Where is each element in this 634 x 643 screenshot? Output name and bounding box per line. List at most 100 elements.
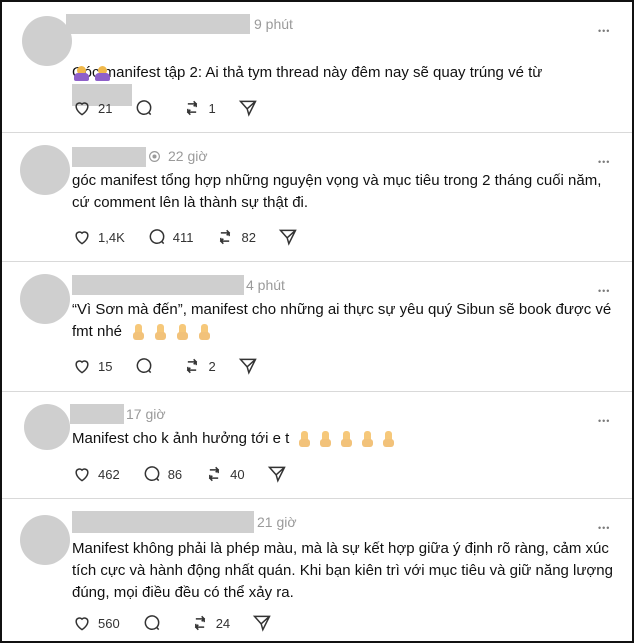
comment-bubble-icon — [149, 229, 165, 245]
crossed-fingers-icon — [340, 431, 353, 448]
comment-button[interactable]: 411 — [147, 227, 194, 247]
username-redacted[interactable] — [72, 275, 244, 295]
send-icon — [253, 615, 271, 632]
crossed-fingers-icon — [132, 324, 145, 341]
send-icon — [267, 466, 286, 483]
like-count: 1,4K — [98, 229, 125, 245]
avatar[interactable] — [24, 404, 70, 450]
repost-button[interactable]: 24 — [190, 613, 230, 633]
repost-icon — [208, 466, 220, 482]
post-text: góc manifest tổng hợp những nguyện vọng … — [72, 172, 602, 211]
like-count: 15 — [98, 358, 113, 374]
badge-icon — [149, 151, 160, 162]
repost-icon — [220, 229, 231, 245]
comment-bubble-icon — [144, 466, 160, 482]
share-button[interactable] — [252, 613, 278, 633]
send-icon — [238, 358, 257, 375]
more-dots-icon[interactable] — [598, 24, 614, 40]
emoji-row — [74, 66, 110, 81]
crossed-fingers-icon — [382, 431, 395, 448]
folded-hands-icon — [74, 66, 89, 81]
repost-icon — [187, 100, 198, 116]
repost-count: 2 — [208, 358, 216, 374]
share-button[interactable] — [238, 356, 264, 376]
avatar[interactable] — [20, 145, 70, 195]
post-actions: 462 86 40 — [72, 463, 315, 485]
like-count: 462 — [98, 466, 120, 482]
crossed-fingers-icon — [361, 431, 374, 448]
post-time: 9 phút — [254, 16, 293, 32]
more-dots-icon[interactable] — [598, 414, 614, 430]
thread-post: 4 phút “Vì Sơn mà đến”, manifest cho nhữ… — [2, 262, 632, 392]
heart-icon — [75, 468, 89, 482]
repost-button[interactable]: 82 — [215, 227, 256, 247]
emoji-row — [298, 431, 395, 448]
comment-count: 411 — [172, 229, 194, 245]
like-button[interactable]: 560 — [72, 613, 120, 633]
thread-post: 22 giờ góc manifest tổng hợp những nguyệ… — [2, 133, 632, 262]
crossed-fingers-icon — [176, 324, 189, 341]
post-time: 4 phút — [246, 277, 285, 293]
like-button[interactable]: 1,4K — [72, 227, 125, 247]
username-redacted[interactable] — [66, 14, 250, 34]
repost-count: 82 — [241, 229, 256, 245]
comment-bubble-icon — [137, 358, 152, 374]
post-time: 17 giờ — [126, 406, 166, 422]
heart-icon — [75, 360, 89, 374]
folded-hands-icon — [95, 66, 110, 81]
crossed-fingers-icon — [154, 324, 167, 341]
repost-count: 24 — [215, 615, 231, 631]
more-dots-icon[interactable] — [598, 155, 614, 171]
like-button[interactable]: 15 — [72, 356, 112, 376]
threads-feed: 9 phút Góc manifest tập 2: Ai thả tym th… — [0, 0, 634, 643]
send-icon — [238, 100, 257, 117]
heart-icon — [75, 231, 89, 245]
repost-button[interactable]: 40 — [204, 464, 245, 484]
heart-icon — [75, 617, 89, 631]
repost-icon — [187, 358, 198, 374]
thread-post: 9 phút Góc manifest tập 2: Ai thả tym th… — [2, 2, 632, 133]
heart-icon — [75, 102, 89, 116]
avatar[interactable] — [20, 274, 70, 324]
repost-button[interactable]: 1 — [182, 98, 216, 118]
comment-bubble-icon — [144, 615, 160, 631]
comment-button[interactable] — [142, 613, 168, 633]
comment-button[interactable]: 86 — [142, 464, 182, 484]
comment-button[interactable] — [134, 98, 160, 118]
avatar[interactable] — [20, 515, 70, 565]
crossed-fingers-icon — [319, 431, 332, 448]
crossed-fingers-icon — [198, 324, 211, 341]
more-dots-icon[interactable] — [598, 521, 614, 537]
like-count: 560 — [98, 615, 120, 631]
send-icon — [278, 229, 297, 246]
username-redacted[interactable] — [70, 404, 124, 424]
username-redacted[interactable] — [72, 511, 254, 533]
username-redacted[interactable] — [72, 147, 146, 167]
like-count: 21 — [98, 100, 113, 116]
repost-count: 1 — [208, 100, 216, 116]
post-actions: 560 24 — [72, 612, 300, 634]
post-text: Manifest không phải là phép màu, mà là s… — [72, 540, 613, 601]
like-button[interactable]: 21 — [72, 98, 112, 118]
thread-post: 17 giờ Manifest cho k ảnh hưởng tới e t … — [2, 392, 632, 499]
share-button[interactable] — [278, 227, 304, 247]
crossed-fingers-icon — [298, 431, 311, 448]
post-actions: 1,4K 411 82 — [72, 226, 326, 248]
comment-count: 86 — [167, 466, 183, 482]
share-button[interactable] — [238, 98, 264, 118]
post-time: 21 giờ — [257, 514, 297, 530]
repost-count: 40 — [230, 466, 245, 482]
thread-post: 21 giờ Manifest không phải là phép màu, … — [2, 499, 632, 641]
repost-button[interactable]: 2 — [182, 356, 216, 376]
post-actions: 15 2 — [72, 355, 286, 377]
more-dots-icon[interactable] — [598, 284, 614, 300]
post-time: 22 giờ — [168, 148, 208, 164]
post-actions: 21 1 — [72, 97, 286, 119]
comment-bubble-icon — [137, 100, 152, 116]
share-button[interactable] — [267, 464, 293, 484]
repost-icon — [194, 615, 205, 631]
like-button[interactable]: 462 — [72, 464, 120, 484]
emoji-row — [132, 324, 211, 341]
avatar[interactable] — [22, 16, 72, 66]
comment-button[interactable] — [134, 356, 160, 376]
